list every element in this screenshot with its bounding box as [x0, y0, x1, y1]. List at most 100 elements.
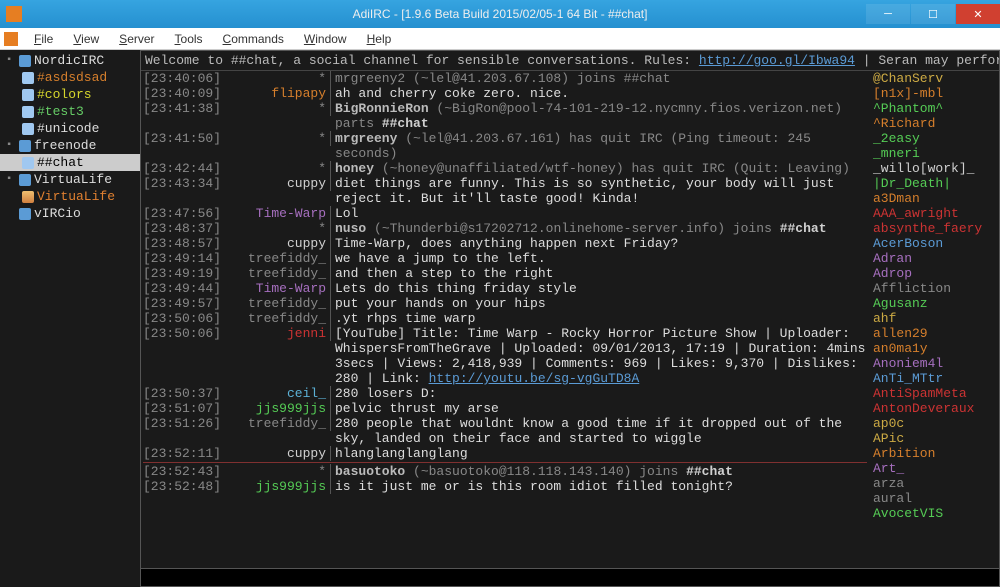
close-button[interactable]: ✕: [956, 4, 1000, 24]
chat-link[interactable]: http://youtu.be/sg-vgGuTD8A: [429, 371, 640, 386]
menu-commands[interactable]: Commands: [213, 30, 294, 48]
chat-nick[interactable]: jjs999jjs: [225, 479, 331, 494]
nicklist-entry[interactable]: AcerBoson: [873, 236, 995, 251]
tree-server[interactable]: ▪NordicIRC: [0, 52, 140, 69]
tree-server[interactable]: vIRCio: [0, 205, 140, 222]
timestamp: [23:41:50]: [143, 131, 225, 146]
chat-log[interactable]: [23:40:06]*mrgreeny2 (~lel@41.203.67.108…: [141, 71, 869, 568]
server-tree[interactable]: ▪NordicIRC#asdsdsad#colors#test3#unicode…: [0, 50, 140, 587]
chat-message: basuotoko (~basuotoko@118.118.143.140) j…: [331, 464, 867, 479]
message-input[interactable]: [141, 568, 999, 586]
chat-line: [23:48:57]cuppyTime-Warp, does anything …: [143, 236, 867, 251]
nicklist-entry[interactable]: _2easy: [873, 131, 995, 146]
nicklist-entry[interactable]: AntiSpamMeta: [873, 386, 995, 401]
nicklist-entry[interactable]: Adran: [873, 251, 995, 266]
nicklist-entry[interactable]: Affliction: [873, 281, 995, 296]
chat-nick[interactable]: treefiddy_: [225, 296, 331, 311]
tree-server[interactable]: ▪VirtuaLife: [0, 171, 140, 188]
chat-message: pelvic thrust my arse: [331, 401, 867, 416]
nicklist-entry[interactable]: Art_: [873, 461, 995, 476]
chat-line: [23:49:19]treefiddy_and then a step to t…: [143, 266, 867, 281]
chat-line: [23:52:48]jjs999jjsis it just me or is t…: [143, 479, 867, 494]
chat-message: Lets do this thing friday style: [331, 281, 867, 296]
nicklist-entry[interactable]: Adrop: [873, 266, 995, 281]
timestamp: [23:43:34]: [143, 176, 225, 191]
chat-message: hlanglanglanglang: [331, 446, 867, 461]
nicklist-entry[interactable]: _mneri: [873, 146, 995, 161]
chat-nick[interactable]: *: [225, 101, 331, 116]
nicklist-entry[interactable]: AntonDeveraux: [873, 401, 995, 416]
chat-nick[interactable]: treefiddy_: [225, 266, 331, 281]
nicklist-entry[interactable]: allen29: [873, 326, 995, 341]
topic-suffix: | Seran may perform a: [855, 53, 999, 68]
nicklist-entry[interactable]: aural: [873, 491, 995, 506]
tree-server[interactable]: ▪freenode: [0, 137, 140, 154]
nicklist-entry[interactable]: AvocetVIS: [873, 506, 995, 521]
nicklist[interactable]: @ChanServ[n1x]-mbl^Phantom^^Richard_2eas…: [869, 71, 999, 568]
timestamp: [23:49:19]: [143, 266, 225, 281]
chat-nick[interactable]: ceil_: [225, 386, 331, 401]
chat-message: ah and cherry coke zero. nice.: [331, 86, 867, 101]
chat-nick[interactable]: jjs999jjs: [225, 401, 331, 416]
menu-help[interactable]: Help: [357, 30, 402, 48]
nicklist-entry[interactable]: a3Dman: [873, 191, 995, 206]
chat-nick[interactable]: treefiddy_: [225, 311, 331, 326]
tree-channel[interactable]: #unicode: [0, 120, 140, 137]
chat-nick[interactable]: *: [225, 464, 331, 479]
timestamp: [23:50:06]: [143, 311, 225, 326]
menu-tools[interactable]: Tools: [165, 30, 213, 48]
chat-nick[interactable]: *: [225, 221, 331, 236]
menu-view[interactable]: View: [63, 30, 109, 48]
nicklist-entry[interactable]: ^Phantom^: [873, 101, 995, 116]
menu-file[interactable]: File: [24, 30, 63, 48]
chat-message: [YouTube] Title: Time Warp - Rocky Horro…: [331, 326, 867, 386]
nicklist-entry[interactable]: ^Richard: [873, 116, 995, 131]
timestamp: [23:49:14]: [143, 251, 225, 266]
chat-nick[interactable]: jenni: [225, 326, 331, 341]
nicklist-entry[interactable]: arza: [873, 476, 995, 491]
chat-nick[interactable]: Time-Warp: [225, 206, 331, 221]
minimize-button[interactable]: ─: [866, 4, 910, 24]
chat-nick[interactable]: cuppy: [225, 176, 331, 191]
nicklist-entry[interactable]: an0ma1y: [873, 341, 995, 356]
tree-channel[interactable]: #test3: [0, 103, 140, 120]
chat-nick[interactable]: flipapy: [225, 86, 331, 101]
chat-nick[interactable]: treefiddy_: [225, 251, 331, 266]
nicklist-entry[interactable]: _willo[work]_: [873, 161, 995, 176]
topic-bar: Welcome to ##chat, a social channel for …: [141, 51, 999, 71]
nicklist-entry[interactable]: Arbition: [873, 446, 995, 461]
nicklist-entry[interactable]: absynthe_faery: [873, 221, 995, 236]
nicklist-entry[interactable]: Agusanz: [873, 296, 995, 311]
nicklist-entry[interactable]: ap0c: [873, 416, 995, 431]
menu-window[interactable]: Window: [294, 30, 357, 48]
topic-link[interactable]: http://goo.gl/Ibwa94: [699, 53, 855, 68]
chat-nick[interactable]: *: [225, 161, 331, 176]
chat-message: Lol: [331, 206, 867, 221]
nicklist-entry[interactable]: ahf: [873, 311, 995, 326]
chat-line: [23:41:50]*mrgreeny (~lel@41.203.67.161)…: [143, 131, 867, 161]
chat-line: [23:51:26]treefiddy_280 people that woul…: [143, 416, 867, 446]
maximize-button[interactable]: ☐: [911, 4, 955, 24]
tree-channel[interactable]: VirtuaLife: [0, 188, 140, 205]
chat-line: [23:49:14]treefiddy_we have a jump to th…: [143, 251, 867, 266]
chat-message: mrgreeny (~lel@41.203.67.161) has quit I…: [331, 131, 867, 161]
chat-nick[interactable]: *: [225, 131, 331, 146]
chat-nick[interactable]: Time-Warp: [225, 281, 331, 296]
chat-nick[interactable]: cuppy: [225, 446, 331, 461]
nicklist-entry[interactable]: |Dr_Death|: [873, 176, 995, 191]
chat-nick[interactable]: treefiddy_: [225, 416, 331, 431]
chat-nick[interactable]: *: [225, 71, 331, 86]
nicklist-entry[interactable]: APic: [873, 431, 995, 446]
nicklist-entry[interactable]: @ChanServ: [873, 71, 995, 86]
tree-channel[interactable]: #colors: [0, 86, 140, 103]
nicklist-entry[interactable]: AnTi_MTtr: [873, 371, 995, 386]
chat-message: mrgreeny2 (~lel@41.203.67.108) joins ##c…: [331, 71, 867, 86]
nicklist-entry[interactable]: [n1x]-mbl: [873, 86, 995, 101]
chat-nick[interactable]: cuppy: [225, 236, 331, 251]
titlebar[interactable]: AdiIRC - [1.9.6 Beta Build 2015/02/05-1 …: [0, 0, 1000, 28]
nicklist-entry[interactable]: Anoniem4l: [873, 356, 995, 371]
tree-channel[interactable]: #asdsdsad: [0, 69, 140, 86]
nicklist-entry[interactable]: AAA_awright: [873, 206, 995, 221]
menu-server[interactable]: Server: [109, 30, 164, 48]
tree-channel[interactable]: ##chat: [0, 154, 140, 171]
